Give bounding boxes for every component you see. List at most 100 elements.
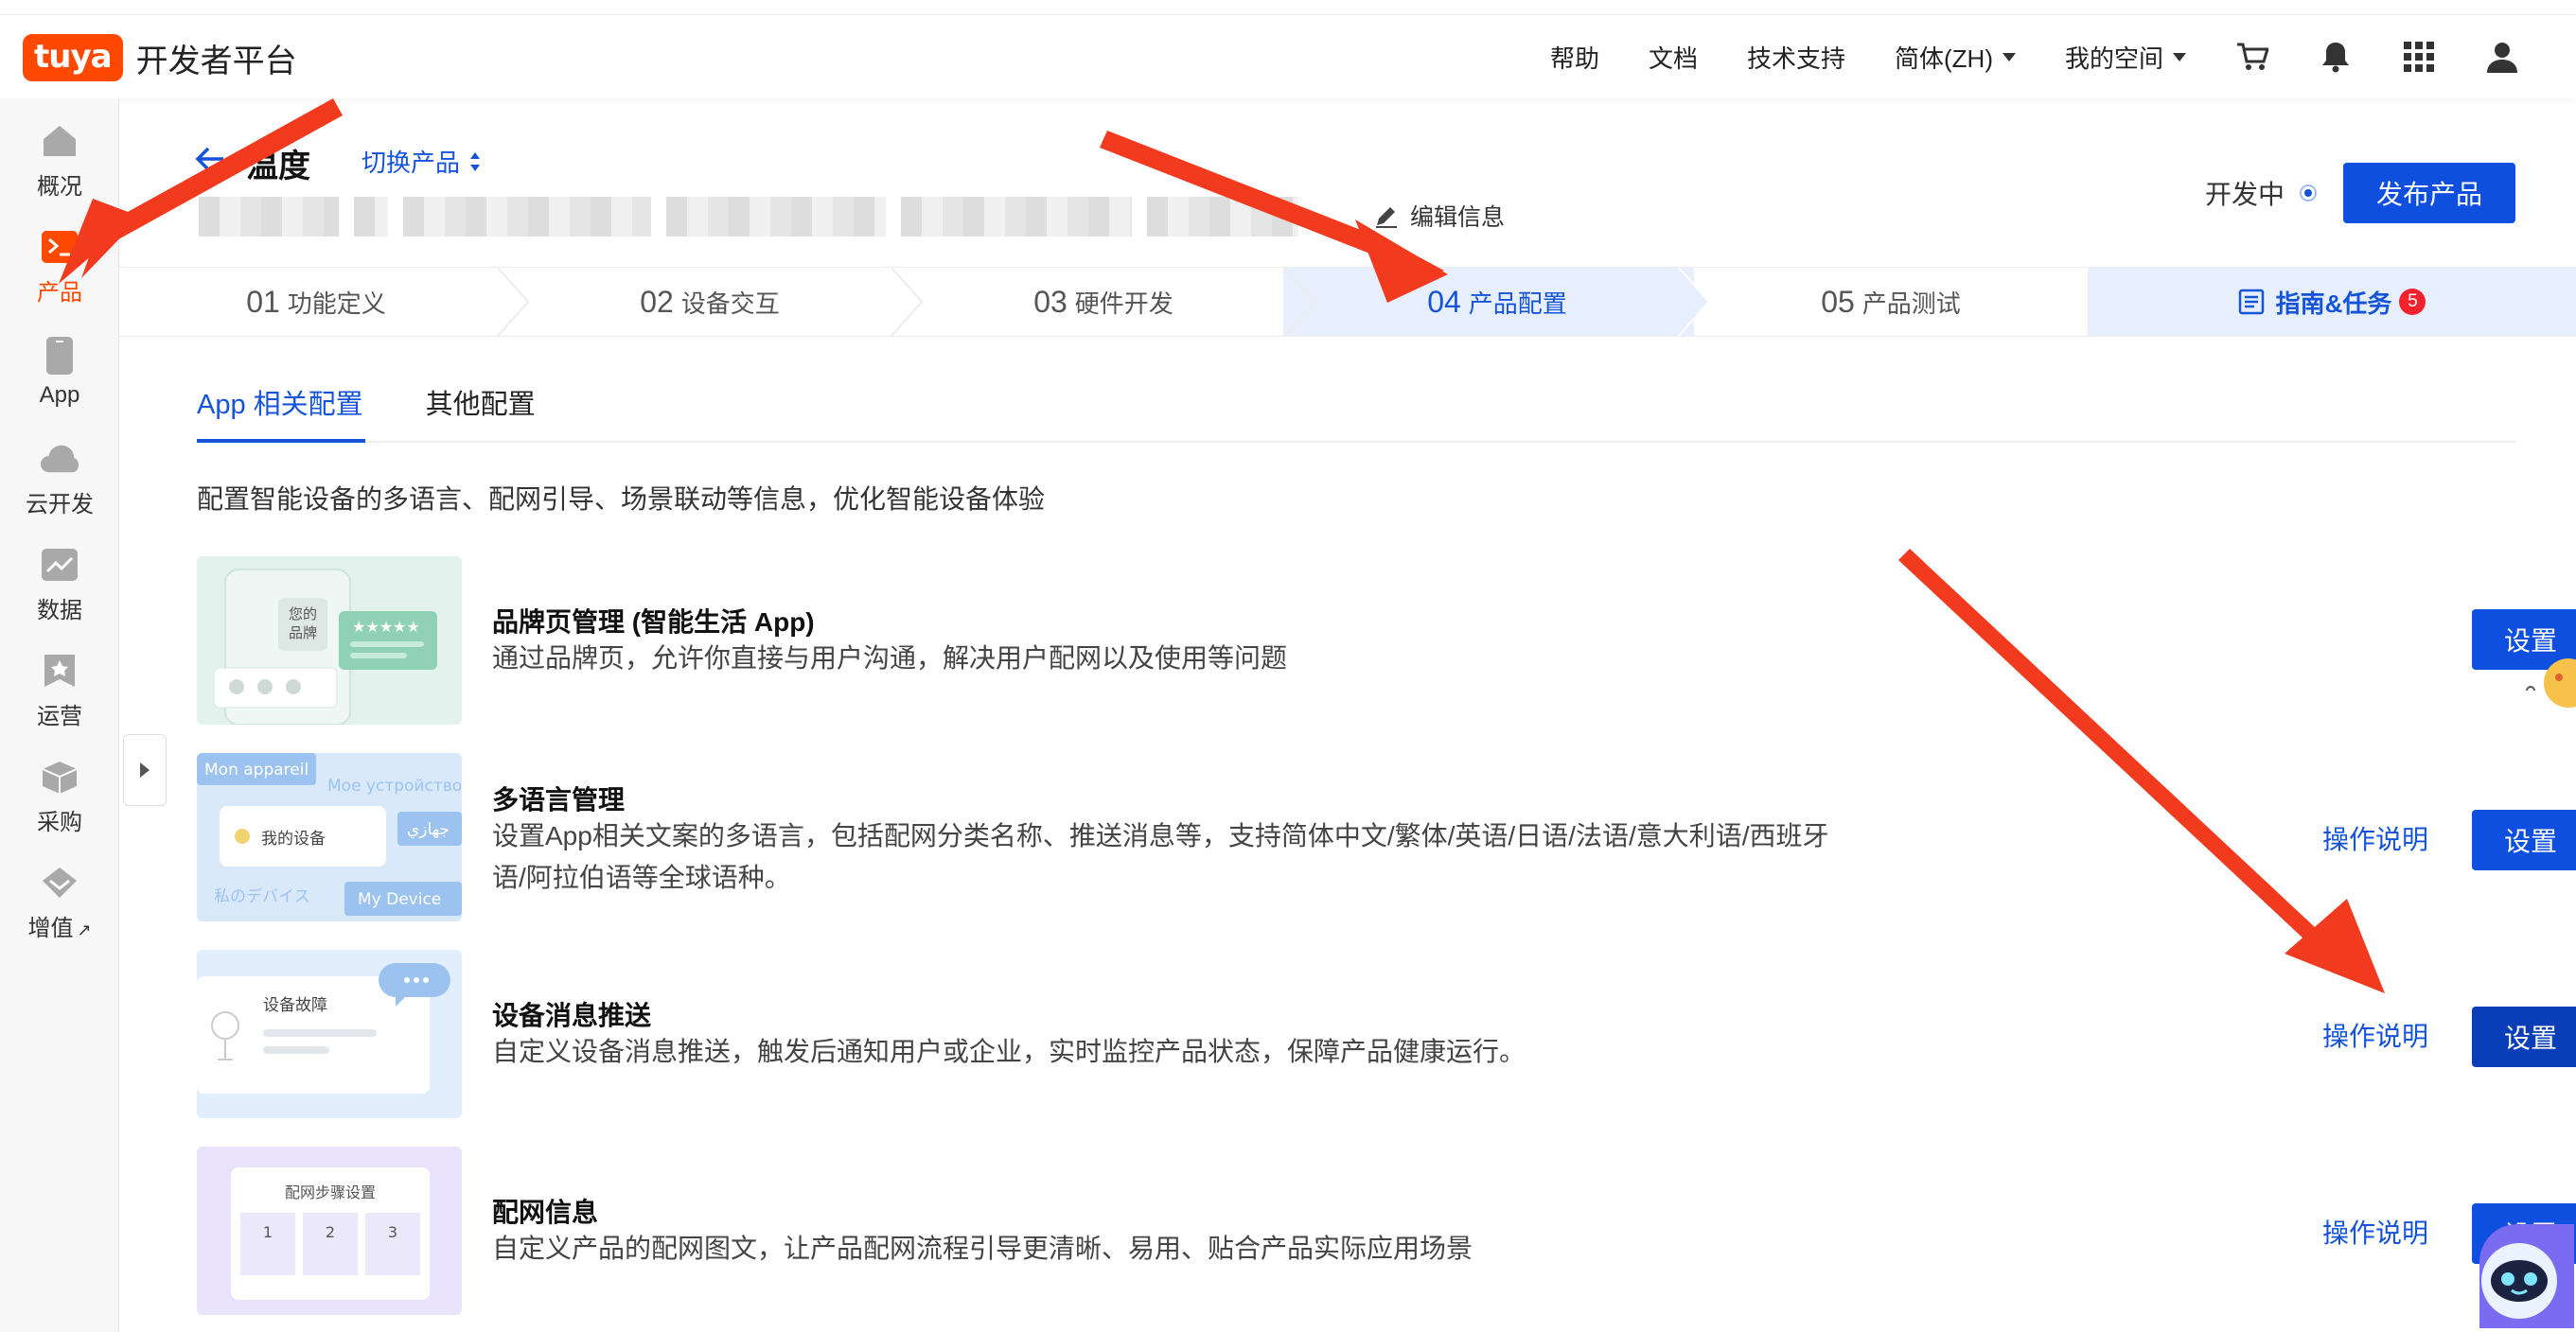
row-description: 设置App相关文案的多语言，包括配网分类名称、推送消息等，支持简体中文/繁体/英…	[492, 821, 1829, 892]
terminal-icon	[41, 228, 79, 266]
network-info-thumbnail: 配网步骤设置 1 2 3	[197, 1147, 462, 1315]
cart-icon[interactable]	[2235, 40, 2269, 74]
tab-other-config[interactable]: 其他配置	[426, 378, 536, 443]
bell-icon[interactable]	[2319, 40, 2353, 74]
browser-top-strip	[0, 0, 2576, 15]
config-row-multilanguage: Mon appareil Мое устройство 我的设备 جهازي 私…	[197, 753, 2576, 921]
sidebar-item-overview[interactable]: 概况	[0, 114, 119, 208]
publish-product-button[interactable]: 发布产品	[2343, 163, 2515, 223]
row-description: 通过品牌页，允许你直接与用户沟通，解决用户配网以及使用等问题	[492, 643, 1288, 673]
status-dot	[2300, 184, 2318, 202]
sidebar-item-cloud[interactable]: 云开发	[0, 431, 119, 526]
language-dropdown[interactable]: 简体(ZH)	[1895, 40, 2016, 75]
svg-text:品牌: 品牌	[289, 624, 317, 641]
sidebar-item-label: 云开发	[26, 491, 94, 517]
blurred-product-info	[199, 197, 1401, 237]
phone-icon	[41, 337, 79, 375]
pencil-icon	[1376, 207, 1397, 228]
row-title: 多语言管理	[492, 785, 626, 815]
sidebar-item-value-added[interactable]: 增值 ↗	[0, 855, 119, 950]
brand-page-thumbnail: 您的 品牌 ★★★★★	[197, 556, 462, 725]
svg-text:私のデバイス: 私のデバイス	[214, 886, 310, 906]
step-hardware-development[interactable]: 03 硬件开发	[907, 268, 1317, 336]
switch-product-dropdown[interactable]: 切换产品	[362, 144, 481, 179]
svg-text:2: 2	[326, 1223, 335, 1241]
back-arrow-icon[interactable]	[193, 142, 227, 176]
sidebar-item-app[interactable]: App	[0, 325, 119, 420]
left-sidebar: 概况 产品 App 云开发 数据 运营 采购 增值 ↗	[0, 98, 119, 1332]
mascot-peek-icon[interactable]	[2512, 649, 2576, 717]
status-label: 开发中	[2205, 180, 2285, 209]
nav-docs[interactable]: 文档	[1649, 40, 1698, 75]
chart-icon	[41, 546, 79, 584]
sidebar-item-purchase[interactable]: 采购	[0, 749, 119, 844]
list-doc-icon	[2238, 289, 2264, 315]
product-name: 温度	[246, 149, 310, 184]
intro-text: 配置智能设备的多语言、配网引导、场景联动等信息，优化智能设备体验	[197, 484, 1046, 514]
apps-grid-icon[interactable]	[2402, 40, 2436, 74]
row-title: 设备消息推送	[492, 1001, 652, 1030]
message-push-instructions-link[interactable]: 操作说明	[2322, 1016, 2428, 1054]
workspace-dropdown[interactable]: 我的空间	[2065, 40, 2186, 75]
step-product-config[interactable]: 04 产品配置	[1300, 268, 1711, 336]
step-progress-bar: 01 功能定义 02 设备交互 03 硬件开发 04 产品配置 05 产品测试 指南&任务…	[119, 267, 2576, 337]
dev-status: 开发中	[2205, 174, 2318, 212]
guide-tasks-button[interactable]: 指南&任务 5	[2088, 268, 2576, 336]
step-product-testing[interactable]: 05 产品测试	[1694, 268, 2088, 336]
caret-down-icon	[2002, 52, 2016, 61]
svg-text:جهازي: جهازي	[407, 820, 450, 839]
config-row-brand-page: 您的 品牌 ★★★★★ 品牌页管理 (智能生活 App) 通过品牌页，允许你直接…	[197, 556, 2576, 725]
row-description: 自定义产品的配网图文，让产品配网流程引导更清晰、易用、贴合产品实际应用场景	[492, 1234, 1473, 1263]
diamond-icon	[41, 864, 79, 902]
multilanguage-thumbnail: Mon appareil Мое устройство 我的设备 جهازي 私…	[197, 753, 462, 921]
sidebar-item-label: 采购	[37, 809, 82, 835]
svg-text:配网步骤设置: 配网步骤设置	[285, 1183, 376, 1201]
guide-label: 指南&任务	[2275, 289, 2392, 318]
row-title: 品牌页管理 (智能生活 App)	[492, 607, 815, 637]
box-icon	[41, 758, 79, 796]
svg-text:My Device: My Device	[358, 890, 441, 909]
config-tabs: App 相关配置 其他配置	[197, 378, 2515, 443]
step-device-interaction[interactable]: 02 设备交互	[513, 268, 924, 336]
svg-text:Mon appareil: Mon appareil	[204, 761, 309, 780]
sidebar-item-label: 数据	[37, 597, 82, 623]
sidebar-item-data[interactable]: 数据	[0, 537, 119, 632]
edit-info-link[interactable]: 编辑信息	[1374, 199, 1505, 233]
top-nav: 帮助 文档 技术支持 简体(ZH) 我的空间	[1550, 15, 2576, 98]
sidebar-item-product[interactable]: 产品	[0, 219, 119, 314]
nav-help[interactable]: 帮助	[1550, 40, 1599, 75]
cloud-icon	[41, 440, 79, 478]
sidebar-item-label: 概况	[37, 173, 82, 200]
caret-down-icon	[2173, 52, 2186, 61]
nav-support[interactable]: 技术支持	[1747, 40, 1845, 75]
config-row-network-info: 配网步骤设置 1 2 3 配网信息 自定义产品的配网图文，让产品配网流程引导更清…	[197, 1147, 2576, 1315]
multilanguage-settings-button[interactable]: 设置	[2472, 810, 2576, 870]
network-info-instructions-link[interactable]: 操作说明	[2322, 1213, 2428, 1251]
tuya-logo[interactable]: tuya 开发者平台	[23, 34, 297, 81]
sidebar-item-operation[interactable]: 运营	[0, 643, 119, 738]
main-content: 温度 切换产品 编辑信息 开发中 发布产品 01功能定义 02设备交互 03	[119, 98, 2576, 1332]
user-icon[interactable]	[2485, 40, 2519, 74]
external-link-icon: ↗	[77, 920, 92, 939]
svg-text:★★★★★: ★★★★★	[352, 618, 420, 636]
svg-text:1: 1	[263, 1223, 273, 1241]
sidebar-item-label: App	[39, 382, 80, 408]
task-count-badge: 5	[2399, 289, 2426, 315]
assistant-robot-icon[interactable]	[2461, 1224, 2574, 1328]
svg-text:我的设备: 我的设备	[261, 830, 326, 849]
star-bookmark-icon	[41, 652, 79, 690]
row-title: 配网信息	[492, 1198, 599, 1227]
platform-title: 开发者平台	[135, 43, 297, 79]
logo-badge: tuya	[23, 34, 123, 81]
multilanguage-instructions-link[interactable]: 操作说明	[2322, 819, 2428, 857]
home-icon	[41, 122, 79, 160]
svg-text:Мое устройство: Мое устройство	[327, 777, 462, 796]
switch-product-label: 切换产品	[362, 149, 461, 177]
message-push-thumbnail: 设备故障	[197, 950, 462, 1118]
language-label: 简体(ZH)	[1895, 44, 1993, 73]
step-function-definition[interactable]: 01 功能定义	[119, 268, 530, 336]
workspace-label: 我的空间	[2064, 44, 2163, 73]
message-push-settings-button[interactable]: 设置	[2472, 1007, 2576, 1067]
tab-app-config[interactable]: App 相关配置	[197, 378, 365, 443]
sidebar-item-label: 增值 ↗	[27, 915, 92, 941]
